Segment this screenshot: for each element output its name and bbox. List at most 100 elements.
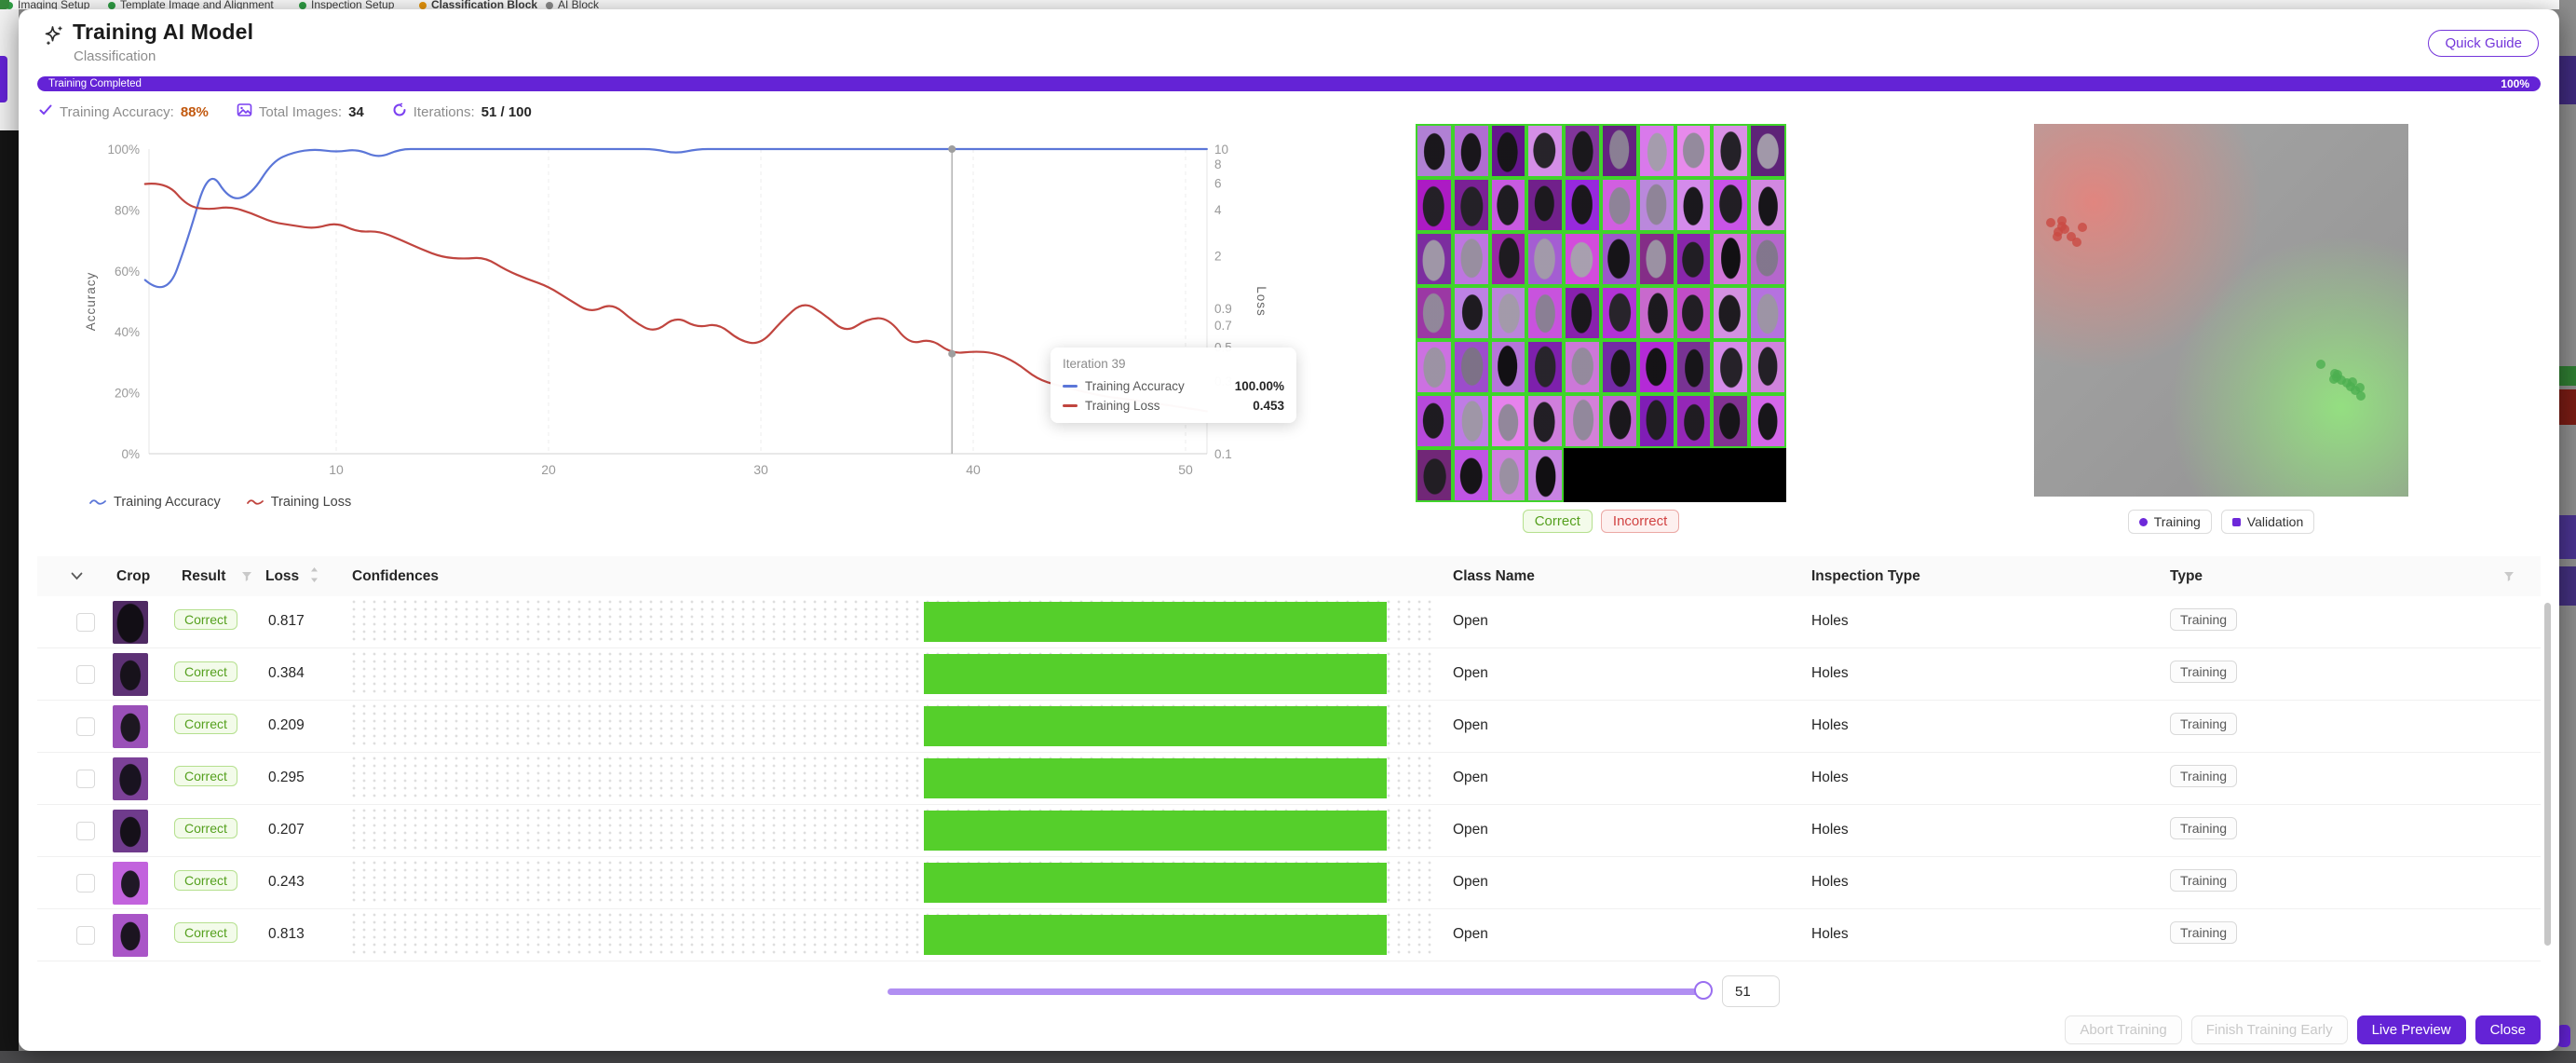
row-checkbox[interactable] [76,717,95,736]
crop-grid-cell[interactable] [1675,394,1713,448]
crop-thumbnail[interactable] [113,862,148,905]
table-row[interactable]: Correct 0.295 Open Holes Training [37,753,2541,805]
scatter-point-red[interactable] [2072,238,2081,247]
close-button[interactable]: Close [2475,1015,2541,1044]
incorrect-filter-button[interactable]: Incorrect [1601,510,1679,533]
quick-guide-button[interactable]: Quick Guide [2428,30,2539,57]
crop-grid-cell[interactable] [1712,178,1749,232]
crop-thumbnail[interactable] [113,914,148,957]
crop-grid-cell[interactable] [1638,286,1675,340]
crop-grid-cell[interactable] [1416,232,1453,286]
crop-grid-cell[interactable] [1601,394,1638,448]
iteration-slider-track[interactable] [888,988,1705,995]
crop-grid-cell[interactable] [1453,394,1490,448]
table-row[interactable]: Correct 0.813 Open Holes Training [37,909,2541,961]
crop-grid-cell[interactable] [1526,124,1564,178]
crop-grid-cell[interactable] [1564,340,1601,394]
crop-grid-cell[interactable] [1638,232,1675,286]
crop-grid-cell[interactable] [1453,340,1490,394]
legend-item-training-loss[interactable]: Training Loss [247,495,352,510]
crop-grid-cell[interactable] [1712,340,1749,394]
legend-item-training-accuracy[interactable]: Training Accuracy [89,495,221,510]
filter-icon[interactable] [241,570,252,587]
table-scrollbar[interactable] [2544,603,2551,946]
crop-grid-cell[interactable] [1675,178,1713,232]
crop-grid-cell[interactable] [1564,124,1601,178]
crop-grid-cell[interactable] [1526,394,1564,448]
iteration-slider-handle[interactable] [1694,981,1713,1000]
crop-grid-cell[interactable] [1453,232,1490,286]
crop-grid-cell[interactable] [1675,124,1713,178]
scatter-point-green[interactable] [2316,360,2325,369]
crop-grid-cell[interactable] [1712,232,1749,286]
crop-grid-cell[interactable] [1453,448,1490,502]
crop-grid-cell[interactable] [1490,232,1527,286]
chart-canvas[interactable]: 10203040500%20%40%60%80%100%1086420.90.7… [37,138,1285,512]
live-preview-button[interactable]: Live Preview [2357,1015,2466,1044]
iteration-input[interactable] [1722,975,1780,1007]
crop-grid-cell[interactable] [1490,124,1527,178]
crop-grid-cell[interactable] [1416,340,1453,394]
crop-grid-cell[interactable] [1638,394,1675,448]
crop-thumbnail[interactable] [113,757,148,800]
crop-grid-cell[interactable] [1416,286,1453,340]
crop-grid-cell[interactable] [1564,232,1601,286]
crop-grid-cell[interactable] [1490,178,1527,232]
crop-grid-cell[interactable] [1416,448,1453,502]
crop-grid-cell[interactable] [1601,286,1638,340]
crop-grid-cell[interactable] [1526,340,1564,394]
correct-filter-button[interactable]: Correct [1523,510,1593,533]
collapse-chevron-icon[interactable] [71,556,83,596]
crop-thumbnail[interactable] [113,705,148,748]
table-row[interactable]: Correct 0.817 Open Holes Training [37,596,2541,648]
scatter-point-red[interactable] [2046,218,2055,227]
crop-grid-cell[interactable] [1749,394,1786,448]
crop-grid-cell[interactable] [1526,178,1564,232]
crop-grid-cell[interactable] [1601,124,1638,178]
crop-grid-cell[interactable] [1749,178,1786,232]
crop-grid-cell[interactable] [1416,394,1453,448]
crop-grid-cell[interactable] [1526,286,1564,340]
crop-grid-cell[interactable] [1453,178,1490,232]
table-row[interactable]: Correct 0.243 Open Holes Training [37,857,2541,909]
crop-grid-cell[interactable] [1416,178,1453,232]
row-checkbox[interactable] [76,822,95,840]
crop-grid-cell[interactable] [1638,340,1675,394]
table-row[interactable]: Correct 0.207 Open Holes Training [37,805,2541,857]
crop-grid-cell[interactable] [1564,394,1601,448]
row-checkbox[interactable] [76,874,95,893]
crop-grid-cell[interactable] [1490,286,1527,340]
crop-grid-cell[interactable] [1638,178,1675,232]
row-checkbox[interactable] [76,926,95,945]
scatter-point-red[interactable] [2057,222,2067,231]
crop-thumbnail[interactable] [113,601,148,644]
crop-grid-cell[interactable] [1416,124,1453,178]
crop-grid-cell[interactable] [1638,124,1675,178]
crop-grid-cell[interactable] [1675,340,1713,394]
crop-grid-cell[interactable] [1712,394,1749,448]
row-checkbox[interactable] [76,613,95,632]
scatter-point-red[interactable] [2078,223,2087,232]
crop-grid-cell[interactable] [1526,232,1564,286]
crop-grid-cell[interactable] [1675,232,1713,286]
crop-grid-cell[interactable] [1601,232,1638,286]
crop-grid-cell[interactable] [1490,394,1527,448]
scatter-point-green[interactable] [2351,386,2360,395]
crop-grid-cell[interactable] [1490,448,1527,502]
crop-grid-cell[interactable] [1749,232,1786,286]
crop-grid-cell[interactable] [1564,178,1601,232]
crop-grid-cell[interactable] [1453,124,1490,178]
validation-legend-button[interactable]: Validation [2221,510,2314,534]
crop-grid-cell[interactable] [1749,340,1786,394]
crop-thumbnail[interactable] [113,653,148,696]
crop-grid-cell[interactable] [1675,286,1713,340]
table-row[interactable]: Correct 0.384 Open Holes Training [37,648,2541,701]
row-checkbox[interactable] [76,770,95,788]
training-legend-button[interactable]: Training [2128,510,2212,534]
table-row[interactable]: Correct 0.209 Open Holes Training [37,701,2541,753]
crop-grid-cell[interactable] [1749,286,1786,340]
header-loss[interactable]: Loss [265,556,299,596]
crop-grid-cell[interactable] [1526,448,1564,502]
sort-icon[interactable] [310,566,319,590]
crop-thumbnail[interactable] [113,810,148,852]
